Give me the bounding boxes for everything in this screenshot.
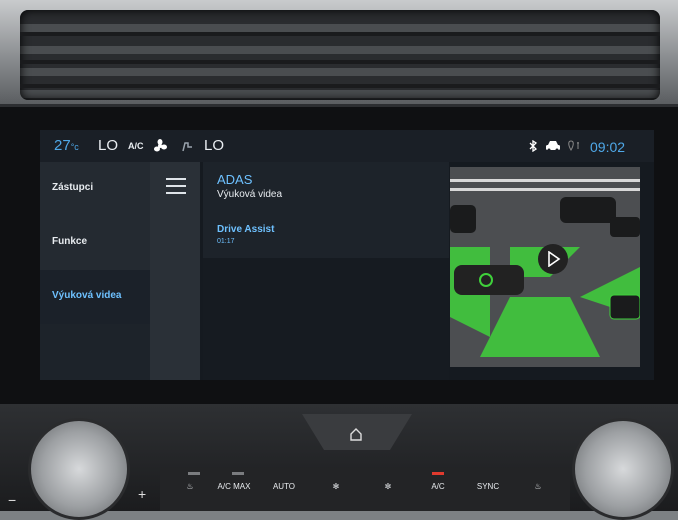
- sync-button[interactable]: SYNC: [468, 482, 508, 491]
- sidebar: Zástupci Funkce Výuková videa: [40, 162, 150, 380]
- clock: 09:02: [590, 139, 626, 155]
- content-area: [203, 258, 449, 380]
- ac-max-button[interactable]: A/C MAX: [214, 482, 254, 491]
- vent-slat: [20, 60, 660, 64]
- sidebar-item-label: Funkce: [52, 236, 88, 247]
- sidebar-item-zastupci[interactable]: Zástupci: [40, 162, 150, 216]
- home-button[interactable]: [302, 414, 412, 450]
- vent-slat: [20, 84, 660, 88]
- sidebar-item-label: Výuková videa: [52, 290, 122, 301]
- menu-icon[interactable]: [166, 178, 186, 194]
- auto-button[interactable]: AUTO: [264, 482, 304, 491]
- air-vent: [20, 10, 660, 100]
- ac-label[interactable]: A/C: [128, 141, 144, 151]
- temperature-unit: °c: [70, 142, 79, 152]
- menu-column: [150, 162, 200, 380]
- video-duration: 01:17: [217, 238, 235, 245]
- sidebar-item-vyukova-videa[interactable]: Výuková videa: [40, 270, 150, 324]
- car-icon: [546, 141, 560, 152]
- ac-button[interactable]: A/C: [418, 482, 458, 491]
- indicator-led: [188, 472, 200, 475]
- infotainment-screen: 27°c LO A/C LO 09:02 Zástupci Funkce Výu…: [40, 130, 654, 380]
- status-bar: 27°c LO A/C LO 09:02: [40, 130, 654, 162]
- ac-indicator-led: [432, 472, 444, 475]
- vent-slat: [20, 32, 660, 36]
- sidebar-empty: [40, 324, 150, 380]
- indicator-led: [232, 472, 244, 475]
- play-button[interactable]: [538, 244, 568, 274]
- temperature-value: 27: [54, 137, 71, 154]
- minus-icon: −: [8, 492, 17, 508]
- climate-control-strip: ♨ A/C MAX AUTO ✻ ✼ A/C SYNC ♨: [160, 468, 570, 511]
- fan-level-right[interactable]: LO: [204, 137, 224, 154]
- home-icon: [350, 428, 362, 441]
- fan-high-icon[interactable]: ✼: [368, 482, 408, 491]
- temperature-readout[interactable]: 27°c: [54, 137, 79, 154]
- seat-heat-left-icon[interactable]: ♨: [170, 482, 210, 491]
- fan-low-icon[interactable]: ✻: [316, 482, 356, 491]
- video-thumbnail[interactable]: [450, 167, 640, 367]
- video-title: Drive Assist: [217, 224, 275, 235]
- sidebar-item-funkce[interactable]: Funkce: [40, 216, 150, 270]
- play-icon: [548, 251, 561, 267]
- bluetooth-icon: [529, 140, 538, 152]
- air-direction-icon[interactable]: [180, 139, 194, 153]
- fan-level-left[interactable]: LO: [98, 137, 118, 154]
- video-list-item[interactable]: ADAS Výuková videa Drive Assist 01:17: [203, 162, 449, 258]
- right-temperature-knob[interactable]: [572, 418, 674, 520]
- fan-icon[interactable]: [153, 139, 167, 153]
- lower-console: − + − ♨ A/C MAX AUTO ✻ ✼ A/C SYNC ♨: [0, 404, 678, 520]
- location-icon: [568, 140, 579, 151]
- seat-heat-right-icon[interactable]: ♨: [518, 482, 558, 491]
- plus-icon: +: [138, 486, 147, 502]
- section-subtitle: Výuková videa: [217, 189, 283, 200]
- left-temperature-knob[interactable]: [28, 418, 130, 520]
- section-title: ADAS: [217, 172, 253, 187]
- dashboard-top: [0, 0, 678, 105]
- sidebar-item-label: Zástupci: [52, 182, 94, 193]
